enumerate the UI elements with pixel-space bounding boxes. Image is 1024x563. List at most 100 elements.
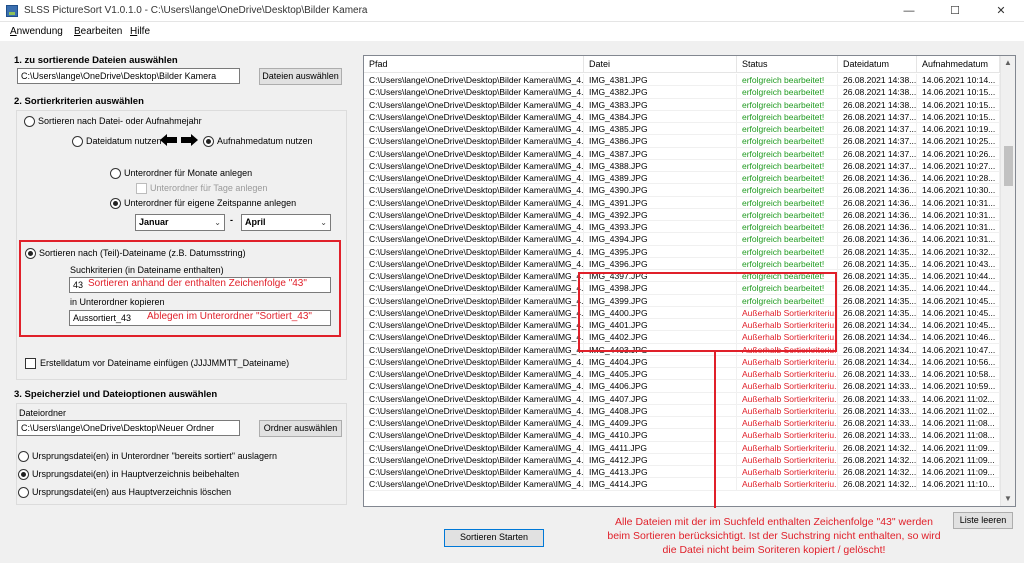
table-row[interactable]: C:\Users\lange\OneDrive\Desktop\Bilder K… — [364, 184, 1000, 197]
select-files-button[interactable]: Dateien auswählen — [259, 68, 342, 85]
target-folder-input[interactable]: C:\Users\lange\OneDrive\Desktop\Neuer Or… — [17, 420, 240, 436]
table-row[interactable]: C:\Users\lange\OneDrive\Desktop\Bilder K… — [364, 135, 1000, 148]
column-header-status[interactable]: Status — [737, 56, 838, 73]
maximize-button[interactable]: ☐ — [932, 0, 978, 22]
checkbox-days[interactable] — [136, 183, 147, 194]
cell-capture-date: 14.06.2021 10:43... — [917, 257, 1000, 270]
cell-file-date: 26.08.2021 14:33... — [838, 380, 917, 393]
table-row[interactable]: C:\Users\lange\OneDrive\Desktop\Bilder K… — [364, 208, 1000, 221]
cell-file-date: 26.08.2021 14:37... — [838, 110, 917, 123]
table-row[interactable]: C:\Users\lange\OneDrive\Desktop\Bilder K… — [364, 196, 1000, 209]
cell-file: IMG_4391.JPG — [584, 196, 737, 209]
cell-path: C:\Users\lange\OneDrive\Desktop\Bilder K… — [364, 110, 584, 123]
table-row[interactable]: C:\Users\lange\OneDrive\Desktop\Bilder K… — [364, 86, 1000, 99]
cell-capture-date: 14.06.2021 11:10... — [917, 478, 1000, 491]
table-row[interactable]: C:\Users\lange\OneDrive\Desktop\Bilder K… — [364, 221, 1000, 234]
search-note: Sortieren anhand der enthalten Zeichenfo… — [88, 278, 307, 289]
menu-anwendung[interactable]: Anwendung — [10, 26, 63, 37]
radio-sort-by-name[interactable] — [25, 248, 36, 259]
table-row[interactable]: C:\Users\lange\OneDrive\Desktop\Bilder K… — [364, 392, 1000, 405]
table-row[interactable]: C:\Users\lange\OneDrive\Desktop\Bilder K… — [364, 417, 1000, 430]
cell-file-date: 26.08.2021 14:37... — [838, 147, 917, 160]
table-row[interactable]: C:\Users\lange\OneDrive\Desktop\Bilder K… — [364, 453, 1000, 466]
cell-file-date: 26.08.2021 14:35... — [838, 282, 917, 295]
cell-capture-date: 14.06.2021 11:09... — [917, 453, 1000, 466]
cell-status: Außerhalb Sortierkriteriu... — [737, 466, 838, 479]
label-keep-originals: Ursprungsdatei(en) in Hauptverzeichnis b… — [32, 469, 240, 479]
column-header-file-date[interactable]: Dateidatum — [838, 56, 917, 73]
range-dash: - — [230, 215, 233, 225]
table-row[interactable]: C:\Users\lange\OneDrive\Desktop\Bilder K… — [364, 98, 1000, 111]
radio-months[interactable] — [110, 168, 121, 179]
radio-capture-date[interactable] — [203, 136, 214, 147]
annotation-text: Alle Dateien mit der im Suchfeld enthalt… — [607, 516, 941, 556]
cell-capture-date: 14.06.2021 10:32... — [917, 245, 1000, 258]
cell-file-date: 26.08.2021 14:33... — [838, 429, 917, 442]
cell-capture-date: 14.06.2021 10:45... — [917, 306, 1000, 319]
column-header-capture-date[interactable]: Aufnahmedatum — [917, 56, 1000, 73]
scrollbar-thumb[interactable] — [1004, 146, 1013, 186]
close-button[interactable]: ✕ — [978, 0, 1024, 22]
radio-sort-by-date[interactable] — [24, 116, 35, 127]
cell-path: C:\Users\lange\OneDrive\Desktop\Bilder K… — [364, 319, 584, 332]
cell-capture-date: 14.06.2021 10:45... — [917, 319, 1000, 332]
scroll-down-icon[interactable]: ▼ — [1004, 494, 1012, 503]
table-row[interactable]: C:\Users\lange\OneDrive\Desktop\Bilder K… — [364, 441, 1000, 454]
cell-capture-date: 14.06.2021 10:31... — [917, 196, 1000, 209]
checkbox-prefix-date[interactable] — [25, 358, 36, 369]
table-row[interactable]: C:\Users\lange\OneDrive\Desktop\Bilder K… — [364, 147, 1000, 160]
cell-file: IMG_4393.JPG — [584, 221, 737, 234]
table-row[interactable]: C:\Users\lange\OneDrive\Desktop\Bilder K… — [364, 478, 1000, 491]
cell-capture-date: 14.06.2021 10:14... — [917, 74, 1000, 87]
table-row[interactable]: C:\Users\lange\OneDrive\Desktop\Bilder K… — [364, 429, 1000, 442]
cell-file-date: 26.08.2021 14:35... — [838, 294, 917, 307]
table-row[interactable]: C:\Users\lange\OneDrive\Desktop\Bilder K… — [364, 355, 1000, 368]
column-header-path[interactable]: Pfad — [364, 56, 584, 73]
radio-file-date[interactable] — [72, 136, 83, 147]
table-row[interactable]: C:\Users\lange\OneDrive\Desktop\Bilder K… — [364, 123, 1000, 136]
cell-file-date: 26.08.2021 14:34... — [838, 319, 917, 332]
table-row[interactable]: C:\Users\lange\OneDrive\Desktop\Bilder K… — [364, 257, 1000, 270]
cell-path: C:\Users\lange\OneDrive\Desktop\Bilder K… — [364, 147, 584, 160]
radio-keep-originals[interactable] — [18, 469, 29, 480]
cell-file: IMG_4388.JPG — [584, 159, 737, 172]
cell-capture-date: 14.06.2021 10:27... — [917, 159, 1000, 172]
cell-capture-date: 14.06.2021 11:08... — [917, 417, 1000, 430]
table-row[interactable]: C:\Users\lange\OneDrive\Desktop\Bilder K… — [364, 233, 1000, 246]
cell-path: C:\Users\lange\OneDrive\Desktop\Bilder K… — [364, 331, 584, 344]
label-date-range: Unterordner für eigene Zeitspanne anlege… — [124, 198, 297, 208]
table-row[interactable]: C:\Users\lange\OneDrive\Desktop\Bilder K… — [364, 159, 1000, 172]
table-row[interactable]: C:\Users\lange\OneDrive\Desktop\Bilder K… — [364, 368, 1000, 381]
cell-file-date: 26.08.2021 14:37... — [838, 159, 917, 172]
cell-file: IMG_4384.JPG — [584, 110, 737, 123]
cell-capture-date: 14.06.2021 10:59... — [917, 380, 1000, 393]
clear-list-button[interactable]: Liste leeren — [953, 512, 1013, 529]
table-row[interactable]: C:\Users\lange\OneDrive\Desktop\Bilder K… — [364, 245, 1000, 258]
radio-date-range[interactable] — [110, 198, 121, 209]
radio-move-originals[interactable] — [18, 451, 29, 462]
cell-capture-date: 14.06.2021 10:58... — [917, 368, 1000, 381]
menu-hilfe[interactable]: Hilfe — [130, 26, 150, 37]
table-row[interactable]: C:\Users\lange\OneDrive\Desktop\Bilder K… — [364, 466, 1000, 479]
cell-file: IMG_4396.JPG — [584, 257, 737, 270]
table-row[interactable]: C:\Users\lange\OneDrive\Desktop\Bilder K… — [364, 110, 1000, 123]
cell-file: IMG_4394.JPG — [584, 233, 737, 246]
vertical-scrollbar[interactable]: ▲ ▼ — [1000, 56, 1015, 506]
radio-delete-originals[interactable] — [18, 487, 29, 498]
select-month-to[interactable]: April ⌄ — [241, 214, 331, 231]
select-folder-button[interactable]: Ordner auswählen — [259, 420, 342, 437]
table-row[interactable]: C:\Users\lange\OneDrive\Desktop\Bilder K… — [364, 380, 1000, 393]
source-path-input[interactable]: C:\Users\lange\OneDrive\Desktop\Bilder K… — [17, 68, 240, 84]
cell-path: C:\Users\lange\OneDrive\Desktop\Bilder K… — [364, 196, 584, 209]
start-sort-button[interactable]: Sortieren Starten — [444, 529, 544, 547]
column-header-file[interactable]: Datei — [584, 56, 737, 73]
minimize-button[interactable]: — — [886, 0, 932, 22]
table-row[interactable]: C:\Users\lange\OneDrive\Desktop\Bilder K… — [364, 74, 1000, 87]
select-month-from[interactable]: Januar ⌄ — [135, 214, 225, 231]
label-days: Unterordner für Tage anlegen — [150, 183, 268, 193]
menu-bearbeiten[interactable]: Bearbeiten — [74, 26, 122, 37]
table-row[interactable]: C:\Users\lange\OneDrive\Desktop\Bilder K… — [364, 404, 1000, 417]
scroll-up-icon[interactable]: ▲ — [1004, 58, 1012, 67]
cell-capture-date: 14.06.2021 10:15... — [917, 98, 1000, 111]
table-row[interactable]: C:\Users\lange\OneDrive\Desktop\Bilder K… — [364, 172, 1000, 185]
